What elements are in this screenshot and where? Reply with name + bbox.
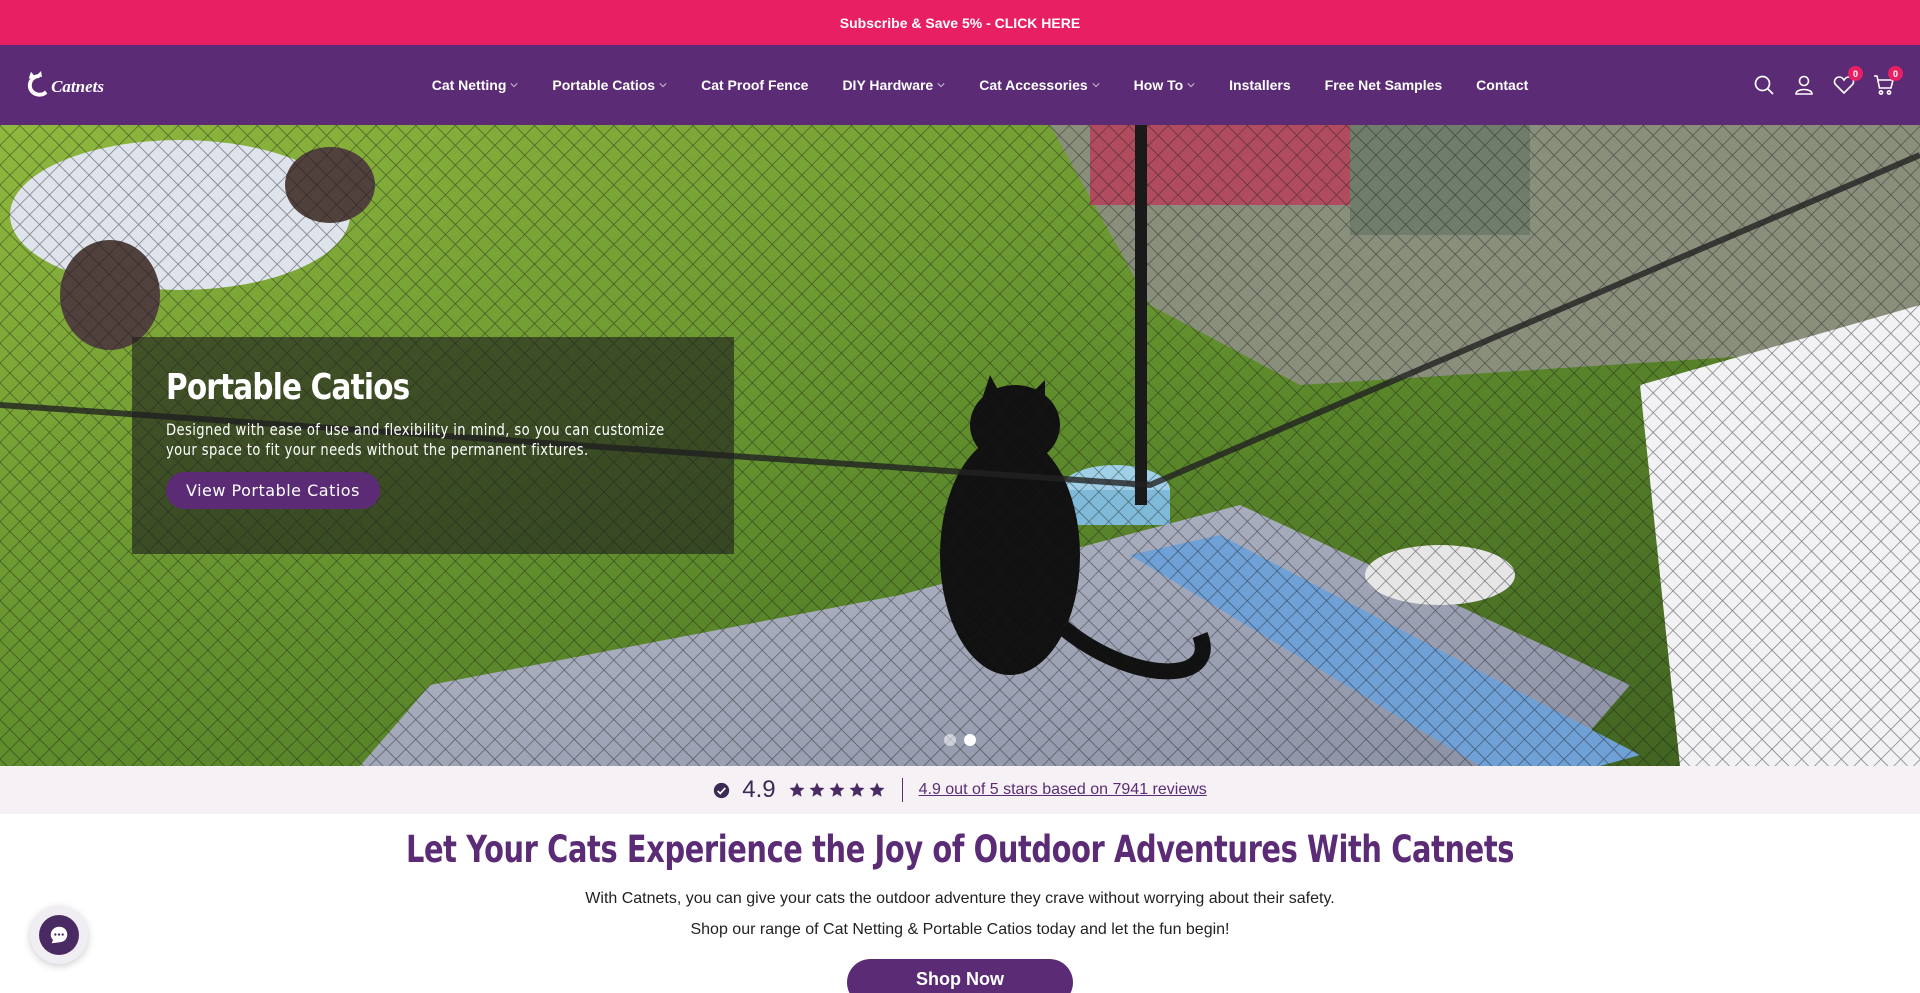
intro-section: Let Your Cats Experience the Joy of Outd… [0,814,1920,993]
star-icon [849,782,865,797]
reviews-bar: 4.9 4.9 out of 5 stars based on 7941 rev… [0,766,1920,814]
header-icons: 0 0 [1752,66,1903,97]
shop-now-button[interactable]: Shop Now [847,959,1073,993]
nav-item-label: Free Net Samples [1324,77,1443,93]
hero-card: Portable Catios Designed with ease of us… [132,337,734,554]
nav-item-label: Contact [1476,77,1529,93]
nav-item-label: Installers [1229,77,1291,93]
slider-dots [944,734,976,746]
intro-paragraph-1: With Catnets, you can give your cats the… [585,890,1335,907]
chat-launcher[interactable] [30,906,88,964]
nav-item-label: Cat Accessories [979,77,1088,93]
nav-item-label: Portable Catios [552,77,656,93]
verified-check-icon [714,782,730,798]
nav-item-installers[interactable]: Installers [1212,77,1307,93]
view-portable-catios-button[interactable]: View Portable Catios [166,472,380,509]
chevron-down-icon [659,83,667,88]
hero-slider: Portable Catios Designed with ease of us… [0,125,1920,766]
site-header: Catnets Cat Netting Portable Catios Cat Pr… [0,45,1920,125]
star-icon [869,782,885,797]
slider-dot-2[interactable] [964,734,976,746]
star-icon [809,782,825,797]
chat-icon [50,926,68,944]
nav-item-label: Cat Netting [431,77,507,93]
section-headline: Let Your Cats Experience the Joy of Outd… [405,828,1515,871]
wishlist-icon[interactable]: 0 [1832,66,1863,97]
announcement-bar: Subscribe & Save 5% - CLICK HERE [0,0,1920,45]
rating-value: 4.9 [742,776,776,803]
nav-item-label: DIY Hardware [842,77,934,93]
nav-item-label: How To [1133,77,1184,93]
nav-item-cat-proof-fence[interactable]: Cat Proof Fence [684,77,825,93]
hero-description: Designed with ease of use and flexibilit… [166,420,665,459]
chevron-down-icon [510,83,518,88]
star-icon [829,782,845,797]
nav-item-cat-accessories[interactable]: Cat Accessories [962,77,1116,93]
nav-item-diy-hardware[interactable]: DIY Hardware [825,77,962,93]
star-rating [788,781,886,799]
nav-item-cat-netting[interactable]: Cat Netting [415,77,536,93]
announcement-link[interactable]: Subscribe & Save 5% - CLICK HERE [840,15,1080,31]
nav-item-free-net-samples[interactable]: Free Net Samples [1308,77,1460,93]
intro-paragraph-2: Shop our range of Cat Netting & Portable… [690,921,1230,938]
nav-item-contact[interactable]: Contact [1459,77,1545,93]
chevron-down-icon [1187,83,1195,88]
star-icon [789,782,805,797]
chevron-down-icon [937,83,945,88]
cart-icon[interactable]: 0 [1872,66,1903,97]
main-nav: Cat Netting Portable Catios Cat Proof Fenc… [0,45,1920,125]
account-icon[interactable] [1792,73,1816,97]
hero-title: Portable Catios [166,367,410,408]
wishlist-count: 0 [1848,66,1863,81]
logo-text: Catnets [51,77,104,96]
nav-item-how-to[interactable]: How To [1117,77,1213,93]
search-icon[interactable] [1752,73,1776,97]
logo[interactable]: Catnets [24,68,104,102]
chevron-down-icon [1092,83,1100,88]
divider [901,778,903,802]
nav-item-portable-catios[interactable]: Portable Catios [535,77,684,93]
reviews-summary-link[interactable]: 4.9 out of 5 stars based on 7941 reviews [919,781,1207,799]
slider-dot-1[interactable] [944,734,956,746]
cart-count: 0 [1888,66,1903,81]
nav-item-label: Cat Proof Fence [701,77,809,93]
